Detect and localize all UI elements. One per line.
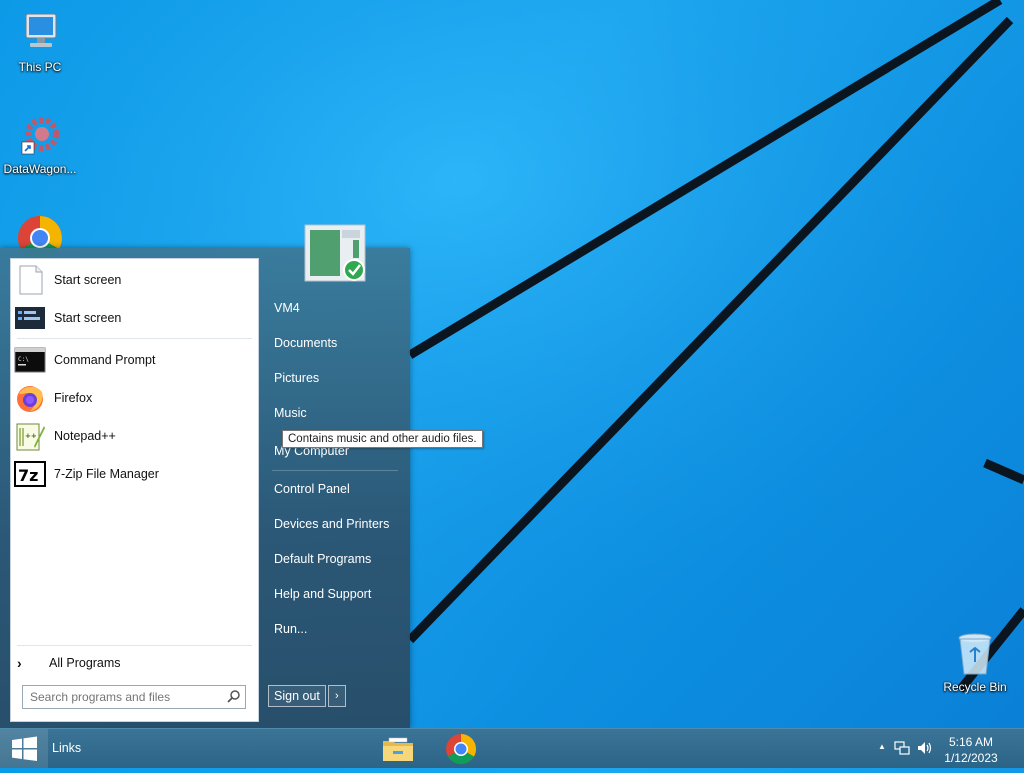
desktop-icon-this-pc[interactable]: This PC xyxy=(0,10,80,74)
show-hidden-icons-button[interactable]: ▲ xyxy=(878,742,886,751)
svg-text:++: ++ xyxy=(25,432,37,440)
sign-out-group: Sign out › xyxy=(268,685,346,707)
search-programs-input[interactable] xyxy=(23,689,223,705)
program-label: Notepad++ xyxy=(54,429,116,443)
svg-text:C:\: C:\ xyxy=(18,356,29,363)
all-programs-separator xyxy=(17,645,252,646)
start-menu: Start screen Start screen C:\ Command Pr… xyxy=(0,224,410,728)
search-icon[interactable] xyxy=(223,687,245,707)
start-screen-icon xyxy=(14,302,46,334)
all-programs-label: All Programs xyxy=(49,656,121,670)
start-link-control-panel[interactable]: Control Panel xyxy=(274,482,350,496)
chrome-icon xyxy=(441,734,481,770)
clock-date: 1/12/2023 xyxy=(944,751,998,765)
links-toolbar[interactable]: Links xyxy=(52,741,81,755)
blank-document-icon xyxy=(14,264,46,296)
program-item-command-prompt[interactable]: C:\ Command Prompt xyxy=(11,342,258,378)
start-menu-places-pane: VM4 Documents Pictures Music My Computer… xyxy=(262,224,410,728)
desktop-icon-datawagon[interactable]: DataWagon... xyxy=(0,112,80,176)
start-link-run[interactable]: Run... xyxy=(274,622,307,636)
taskbar: Links ▲ 5:16 AM 1/12/2023 xyxy=(0,728,1024,768)
desktop-icon-recycle-bin[interactable]: Recycle Bin xyxy=(935,630,1015,694)
notepadpp-icon: ++ xyxy=(14,420,46,452)
windows-logo-icon xyxy=(0,736,48,772)
start-menu-programs-pane: Start screen Start screen C:\ Command Pr… xyxy=(10,258,259,722)
system-tray: ▲ 5:16 AM 1/12/2023 xyxy=(864,729,1024,768)
computer-icon xyxy=(16,10,64,58)
search-programs-box[interactable] xyxy=(22,685,246,709)
sign-out-button[interactable]: Sign out xyxy=(268,685,326,707)
program-item-start-screen-2[interactable]: Start screen xyxy=(11,300,258,336)
program-item-firefox[interactable]: Firefox xyxy=(11,380,258,416)
taskbar-chrome[interactable] xyxy=(441,732,481,766)
start-link-documents[interactable]: Documents xyxy=(274,336,337,350)
network-icon[interactable] xyxy=(894,740,910,761)
start-link-music[interactable]: Music xyxy=(274,406,307,420)
start-link-user-vm4[interactable]: VM4 xyxy=(274,301,300,315)
clock-time: 5:16 AM xyxy=(948,735,994,749)
clock[interactable]: 5:16 AM 1/12/2023 xyxy=(936,734,1006,766)
7zip-icon: 7z xyxy=(14,458,46,490)
gear-shortcut-icon xyxy=(16,112,64,160)
program-label: Start screen xyxy=(54,311,122,325)
taskbar-file-explorer[interactable] xyxy=(378,732,418,766)
program-label: 7-Zip File Manager xyxy=(54,467,159,481)
chevron-right-icon: › xyxy=(17,655,22,671)
program-item-start-screen[interactable]: Start screen xyxy=(11,262,258,298)
start-link-devices-printers[interactable]: Devices and Printers xyxy=(274,517,389,531)
program-item-7zip[interactable]: 7z 7-Zip File Manager xyxy=(11,456,258,492)
recycle-bin-icon xyxy=(951,630,999,678)
program-label: Firefox xyxy=(54,391,93,405)
programs-separator xyxy=(17,338,252,339)
start-link-help-support[interactable]: Help and Support xyxy=(274,587,371,601)
file-explorer-icon xyxy=(378,737,418,770)
svg-text:7z: 7z xyxy=(18,466,38,485)
start-button[interactable] xyxy=(0,729,48,768)
firefox-icon xyxy=(14,382,46,414)
all-programs-button[interactable]: › All Programs xyxy=(11,649,258,677)
places-separator xyxy=(272,470,398,471)
program-label: Command Prompt xyxy=(54,353,156,367)
user-picture-icon[interactable] xyxy=(304,224,366,282)
start-link-pictures[interactable]: Pictures xyxy=(274,371,319,385)
program-label: Start screen xyxy=(54,273,122,287)
music-tooltip: Contains music and other audio files. xyxy=(282,430,483,448)
sign-out-options-button[interactable]: › xyxy=(327,685,346,707)
command-prompt-icon: C:\ xyxy=(14,344,46,376)
desktop-icon-label: This PC xyxy=(18,60,62,74)
desktop-icon-label: DataWagon... xyxy=(3,162,77,176)
program-item-notepadpp[interactable]: ++ Notepad++ xyxy=(11,418,258,454)
start-link-default-programs[interactable]: Default Programs xyxy=(274,552,371,566)
desktop-icon-label: Recycle Bin xyxy=(943,680,1007,694)
volume-icon[interactable] xyxy=(916,740,932,761)
